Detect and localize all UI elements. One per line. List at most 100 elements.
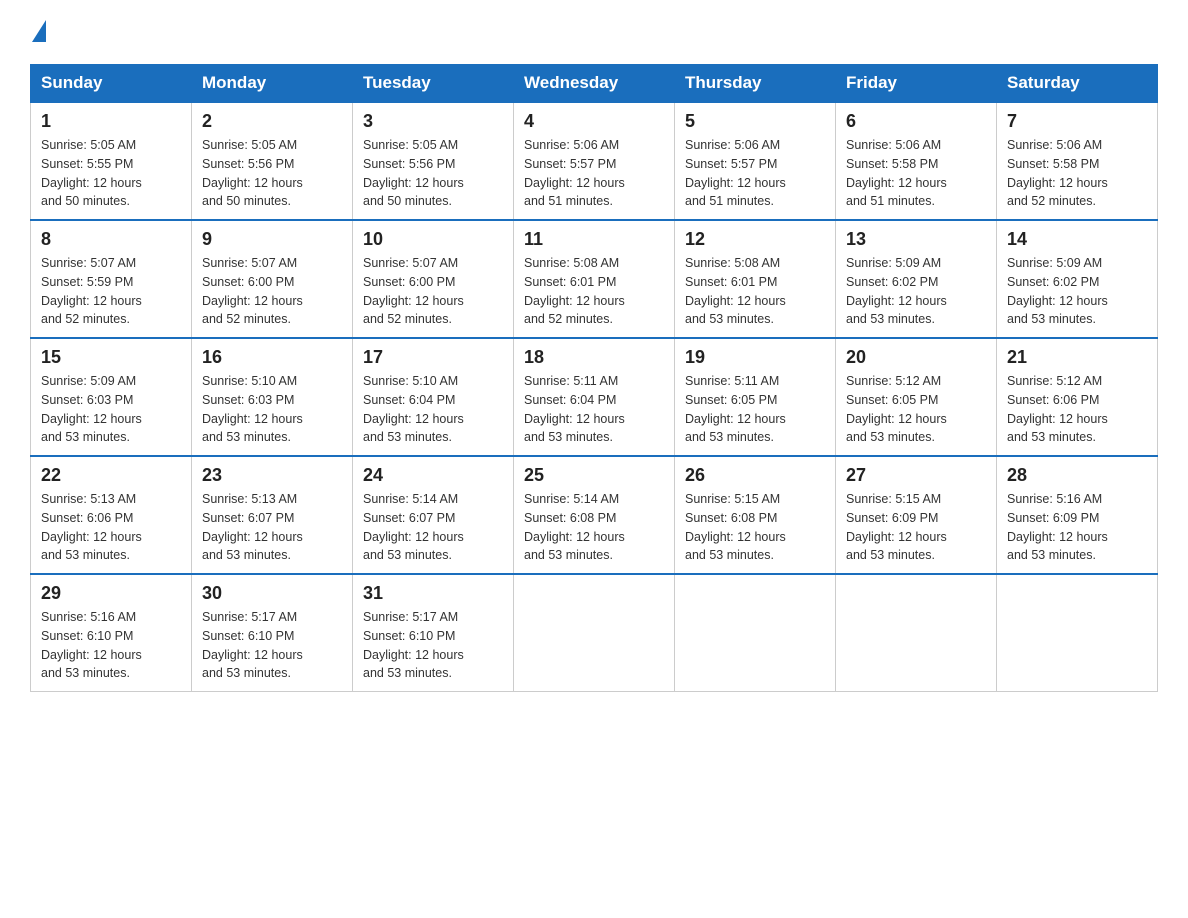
calendar-cell [675, 574, 836, 692]
day-info: Sunrise: 5:17 AM Sunset: 6:10 PM Dayligh… [363, 608, 503, 683]
calendar-cell: 27 Sunrise: 5:15 AM Sunset: 6:09 PM Dayl… [836, 456, 997, 574]
day-number: 9 [202, 229, 342, 250]
day-number: 15 [41, 347, 181, 368]
day-info: Sunrise: 5:14 AM Sunset: 6:07 PM Dayligh… [363, 490, 503, 565]
day-info: Sunrise: 5:10 AM Sunset: 6:03 PM Dayligh… [202, 372, 342, 447]
day-number: 11 [524, 229, 664, 250]
header-friday: Friday [836, 65, 997, 103]
calendar-week-row: 8 Sunrise: 5:07 AM Sunset: 5:59 PM Dayli… [31, 220, 1158, 338]
day-number: 20 [846, 347, 986, 368]
calendar-cell: 5 Sunrise: 5:06 AM Sunset: 5:57 PM Dayli… [675, 102, 836, 220]
day-number: 6 [846, 111, 986, 132]
calendar-cell: 18 Sunrise: 5:11 AM Sunset: 6:04 PM Dayl… [514, 338, 675, 456]
day-info: Sunrise: 5:07 AM Sunset: 5:59 PM Dayligh… [41, 254, 181, 329]
calendar-cell: 12 Sunrise: 5:08 AM Sunset: 6:01 PM Dayl… [675, 220, 836, 338]
day-number: 23 [202, 465, 342, 486]
day-number: 29 [41, 583, 181, 604]
logo [30, 20, 46, 46]
header-wednesday: Wednesday [514, 65, 675, 103]
day-info: Sunrise: 5:13 AM Sunset: 6:07 PM Dayligh… [202, 490, 342, 565]
calendar-cell: 2 Sunrise: 5:05 AM Sunset: 5:56 PM Dayli… [192, 102, 353, 220]
calendar-cell: 3 Sunrise: 5:05 AM Sunset: 5:56 PM Dayli… [353, 102, 514, 220]
calendar-cell: 21 Sunrise: 5:12 AM Sunset: 6:06 PM Dayl… [997, 338, 1158, 456]
calendar-cell: 7 Sunrise: 5:06 AM Sunset: 5:58 PM Dayli… [997, 102, 1158, 220]
calendar-cell: 10 Sunrise: 5:07 AM Sunset: 6:00 PM Dayl… [353, 220, 514, 338]
day-info: Sunrise: 5:06 AM Sunset: 5:58 PM Dayligh… [846, 136, 986, 211]
day-info: Sunrise: 5:12 AM Sunset: 6:06 PM Dayligh… [1007, 372, 1147, 447]
calendar-cell: 8 Sunrise: 5:07 AM Sunset: 5:59 PM Dayli… [31, 220, 192, 338]
calendar-cell: 20 Sunrise: 5:12 AM Sunset: 6:05 PM Dayl… [836, 338, 997, 456]
day-info: Sunrise: 5:11 AM Sunset: 6:05 PM Dayligh… [685, 372, 825, 447]
calendar-cell: 31 Sunrise: 5:17 AM Sunset: 6:10 PM Dayl… [353, 574, 514, 692]
calendar-cell: 19 Sunrise: 5:11 AM Sunset: 6:05 PM Dayl… [675, 338, 836, 456]
logo-blue-part [30, 20, 46, 46]
day-info: Sunrise: 5:06 AM Sunset: 5:57 PM Dayligh… [685, 136, 825, 211]
calendar-cell: 24 Sunrise: 5:14 AM Sunset: 6:07 PM Dayl… [353, 456, 514, 574]
calendar-cell: 23 Sunrise: 5:13 AM Sunset: 6:07 PM Dayl… [192, 456, 353, 574]
day-number: 19 [685, 347, 825, 368]
calendar-cell: 9 Sunrise: 5:07 AM Sunset: 6:00 PM Dayli… [192, 220, 353, 338]
day-info: Sunrise: 5:05 AM Sunset: 5:55 PM Dayligh… [41, 136, 181, 211]
day-number: 22 [41, 465, 181, 486]
header-sunday: Sunday [31, 65, 192, 103]
day-number: 2 [202, 111, 342, 132]
day-number: 14 [1007, 229, 1147, 250]
calendar-week-row: 29 Sunrise: 5:16 AM Sunset: 6:10 PM Dayl… [31, 574, 1158, 692]
day-number: 30 [202, 583, 342, 604]
header-thursday: Thursday [675, 65, 836, 103]
calendar-cell: 13 Sunrise: 5:09 AM Sunset: 6:02 PM Dayl… [836, 220, 997, 338]
calendar-week-row: 1 Sunrise: 5:05 AM Sunset: 5:55 PM Dayli… [31, 102, 1158, 220]
day-info: Sunrise: 5:13 AM Sunset: 6:06 PM Dayligh… [41, 490, 181, 565]
day-info: Sunrise: 5:09 AM Sunset: 6:02 PM Dayligh… [1007, 254, 1147, 329]
day-number: 5 [685, 111, 825, 132]
day-info: Sunrise: 5:06 AM Sunset: 5:58 PM Dayligh… [1007, 136, 1147, 211]
day-info: Sunrise: 5:08 AM Sunset: 6:01 PM Dayligh… [685, 254, 825, 329]
calendar-week-row: 22 Sunrise: 5:13 AM Sunset: 6:06 PM Dayl… [31, 456, 1158, 574]
day-info: Sunrise: 5:15 AM Sunset: 6:08 PM Dayligh… [685, 490, 825, 565]
day-info: Sunrise: 5:12 AM Sunset: 6:05 PM Dayligh… [846, 372, 986, 447]
day-number: 12 [685, 229, 825, 250]
day-number: 26 [685, 465, 825, 486]
day-info: Sunrise: 5:07 AM Sunset: 6:00 PM Dayligh… [202, 254, 342, 329]
calendar-cell: 1 Sunrise: 5:05 AM Sunset: 5:55 PM Dayli… [31, 102, 192, 220]
calendar-cell: 25 Sunrise: 5:14 AM Sunset: 6:08 PM Dayl… [514, 456, 675, 574]
day-info: Sunrise: 5:14 AM Sunset: 6:08 PM Dayligh… [524, 490, 664, 565]
day-number: 7 [1007, 111, 1147, 132]
day-info: Sunrise: 5:10 AM Sunset: 6:04 PM Dayligh… [363, 372, 503, 447]
calendar-cell: 15 Sunrise: 5:09 AM Sunset: 6:03 PM Dayl… [31, 338, 192, 456]
calendar-cell [997, 574, 1158, 692]
calendar-cell: 29 Sunrise: 5:16 AM Sunset: 6:10 PM Dayl… [31, 574, 192, 692]
day-number: 31 [363, 583, 503, 604]
day-number: 21 [1007, 347, 1147, 368]
day-info: Sunrise: 5:11 AM Sunset: 6:04 PM Dayligh… [524, 372, 664, 447]
day-number: 27 [846, 465, 986, 486]
day-info: Sunrise: 5:16 AM Sunset: 6:09 PM Dayligh… [1007, 490, 1147, 565]
calendar-cell [836, 574, 997, 692]
calendar-cell [514, 574, 675, 692]
day-number: 16 [202, 347, 342, 368]
calendar-cell: 22 Sunrise: 5:13 AM Sunset: 6:06 PM Dayl… [31, 456, 192, 574]
calendar-week-row: 15 Sunrise: 5:09 AM Sunset: 6:03 PM Dayl… [31, 338, 1158, 456]
day-number: 4 [524, 111, 664, 132]
calendar-cell: 30 Sunrise: 5:17 AM Sunset: 6:10 PM Dayl… [192, 574, 353, 692]
day-number: 13 [846, 229, 986, 250]
calendar-cell: 17 Sunrise: 5:10 AM Sunset: 6:04 PM Dayl… [353, 338, 514, 456]
day-number: 3 [363, 111, 503, 132]
day-info: Sunrise: 5:09 AM Sunset: 6:02 PM Dayligh… [846, 254, 986, 329]
header-monday: Monday [192, 65, 353, 103]
header-tuesday: Tuesday [353, 65, 514, 103]
day-number: 17 [363, 347, 503, 368]
logo-triangle-icon [32, 20, 46, 42]
day-info: Sunrise: 5:15 AM Sunset: 6:09 PM Dayligh… [846, 490, 986, 565]
calendar-header-row: SundayMondayTuesdayWednesdayThursdayFrid… [31, 65, 1158, 103]
day-number: 25 [524, 465, 664, 486]
day-info: Sunrise: 5:09 AM Sunset: 6:03 PM Dayligh… [41, 372, 181, 447]
day-number: 8 [41, 229, 181, 250]
day-info: Sunrise: 5:08 AM Sunset: 6:01 PM Dayligh… [524, 254, 664, 329]
calendar-cell: 28 Sunrise: 5:16 AM Sunset: 6:09 PM Dayl… [997, 456, 1158, 574]
calendar-table: SundayMondayTuesdayWednesdayThursdayFrid… [30, 64, 1158, 692]
calendar-cell: 4 Sunrise: 5:06 AM Sunset: 5:57 PM Dayli… [514, 102, 675, 220]
calendar-cell: 26 Sunrise: 5:15 AM Sunset: 6:08 PM Dayl… [675, 456, 836, 574]
day-number: 1 [41, 111, 181, 132]
calendar-cell: 6 Sunrise: 5:06 AM Sunset: 5:58 PM Dayli… [836, 102, 997, 220]
